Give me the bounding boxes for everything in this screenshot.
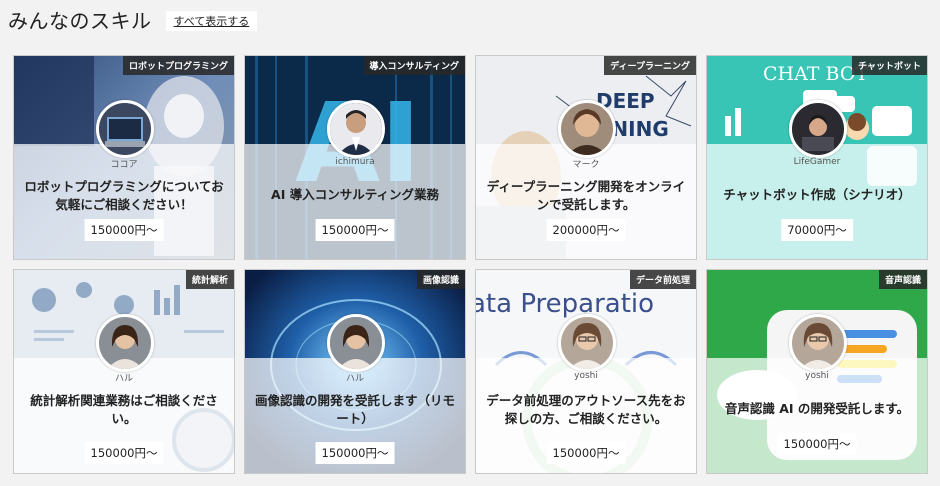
price-badge: 150000円〜 bbox=[84, 442, 164, 464]
category-tag: データ前処理 bbox=[629, 270, 696, 289]
skill-card-deep-learning[interactable]: DEEP RNING ディープラーニング マーク ディープラーニング開発をオンラ… bbox=[475, 55, 697, 260]
category-tag: ロボットプログラミング bbox=[122, 56, 234, 75]
price-badge: 150000円〜 bbox=[777, 433, 857, 455]
avatar bbox=[558, 314, 616, 372]
price-badge: 150000円〜 bbox=[315, 442, 395, 464]
card-title: ディープラーニング開発をオンラインで受託します。 bbox=[486, 179, 686, 212]
skill-card-robot-programming[interactable]: ロボットプログラミング ココア ロボットプログラミングについてお気軽にご相談くだ… bbox=[13, 55, 235, 260]
card-title: ロボットプログラミングについてお気軽にご相談ください！ bbox=[24, 179, 224, 212]
skill-card-ai-consulting[interactable]: AI 導入コンサルティング ichimura AI 導入コンサルティング業務 1… bbox=[244, 55, 466, 260]
price-badge: 150000円〜 bbox=[84, 219, 164, 241]
avatar bbox=[789, 314, 847, 372]
card-title: チャットボット作成（シナリオ） bbox=[723, 187, 911, 202]
section-header: みんなのスキル すべて表示する bbox=[8, 6, 258, 33]
user-name: LifeGamer bbox=[793, 157, 841, 167]
skill-card-statistics[interactable]: 統計解析 ハル 統計解析関連業務はご相談ください。 150000円〜 bbox=[13, 269, 235, 474]
avatar bbox=[96, 100, 154, 158]
data-preparation-background-text: ata Preparatio bbox=[476, 289, 654, 319]
skill-card-speech-recognition[interactable]: 音声認識 yoshi 音声認識 AI の開発受託します。 150000円〜 bbox=[706, 269, 928, 474]
price-badge: 70000円〜 bbox=[781, 219, 853, 241]
skill-card-image-recognition[interactable]: 画像認識 ハル 画像認識の開発を受託します（リモート） 150000円〜 bbox=[244, 269, 466, 474]
card-title: AI 導入コンサルティング業務 bbox=[271, 187, 439, 202]
avatar bbox=[327, 100, 385, 158]
show-all-link[interactable]: すべて表示する bbox=[165, 11, 258, 31]
user-name: マーク bbox=[572, 160, 600, 170]
skill-grid: ロボットプログラミング ココア ロボットプログラミングについてお気軽にご相談くだ… bbox=[13, 55, 928, 474]
avatar bbox=[327, 314, 385, 372]
avatar bbox=[789, 100, 847, 158]
card-title: 画像認識の開発を受託します（リモート） bbox=[254, 393, 455, 426]
category-tag: ディープラーニング bbox=[604, 56, 696, 75]
category-tag: チャットボット bbox=[852, 56, 927, 75]
user-name: yoshi bbox=[805, 371, 829, 381]
card-title: 音声認識 AI の開発受託します。 bbox=[724, 401, 910, 416]
category-tag: 音声認識 bbox=[878, 270, 927, 289]
user-name: ココア bbox=[110, 160, 138, 170]
skill-card-chatbot[interactable]: CHAT BOT チャットボット LifeGamer チャットボット作成（シナリ… bbox=[706, 55, 928, 260]
avatar bbox=[96, 314, 154, 372]
price-badge: 200000円〜 bbox=[546, 219, 626, 241]
price-badge: 150000円〜 bbox=[315, 219, 395, 241]
user-name: ichimura bbox=[335, 157, 375, 167]
user-name: ハル bbox=[114, 374, 133, 384]
price-badge: 150000円〜 bbox=[546, 442, 626, 464]
category-tag: 画像認識 bbox=[416, 270, 465, 289]
section-title: みんなのスキル bbox=[8, 8, 152, 33]
skill-card-data-preprocessing[interactable]: ata Preparatio データ前処理 yoshi データ前処理のアウトソー… bbox=[475, 269, 697, 474]
user-name: ハル bbox=[345, 374, 364, 384]
card-title: データ前処理のアウトソース先をお探しの方、ご相談ください。 bbox=[486, 393, 686, 426]
avatar bbox=[558, 100, 616, 158]
user-name: yoshi bbox=[574, 371, 598, 381]
category-tag: 導入コンサルティング bbox=[363, 56, 465, 75]
category-tag: 統計解析 bbox=[185, 270, 234, 289]
card-title: 統計解析関連業務はご相談ください。 bbox=[30, 393, 218, 426]
